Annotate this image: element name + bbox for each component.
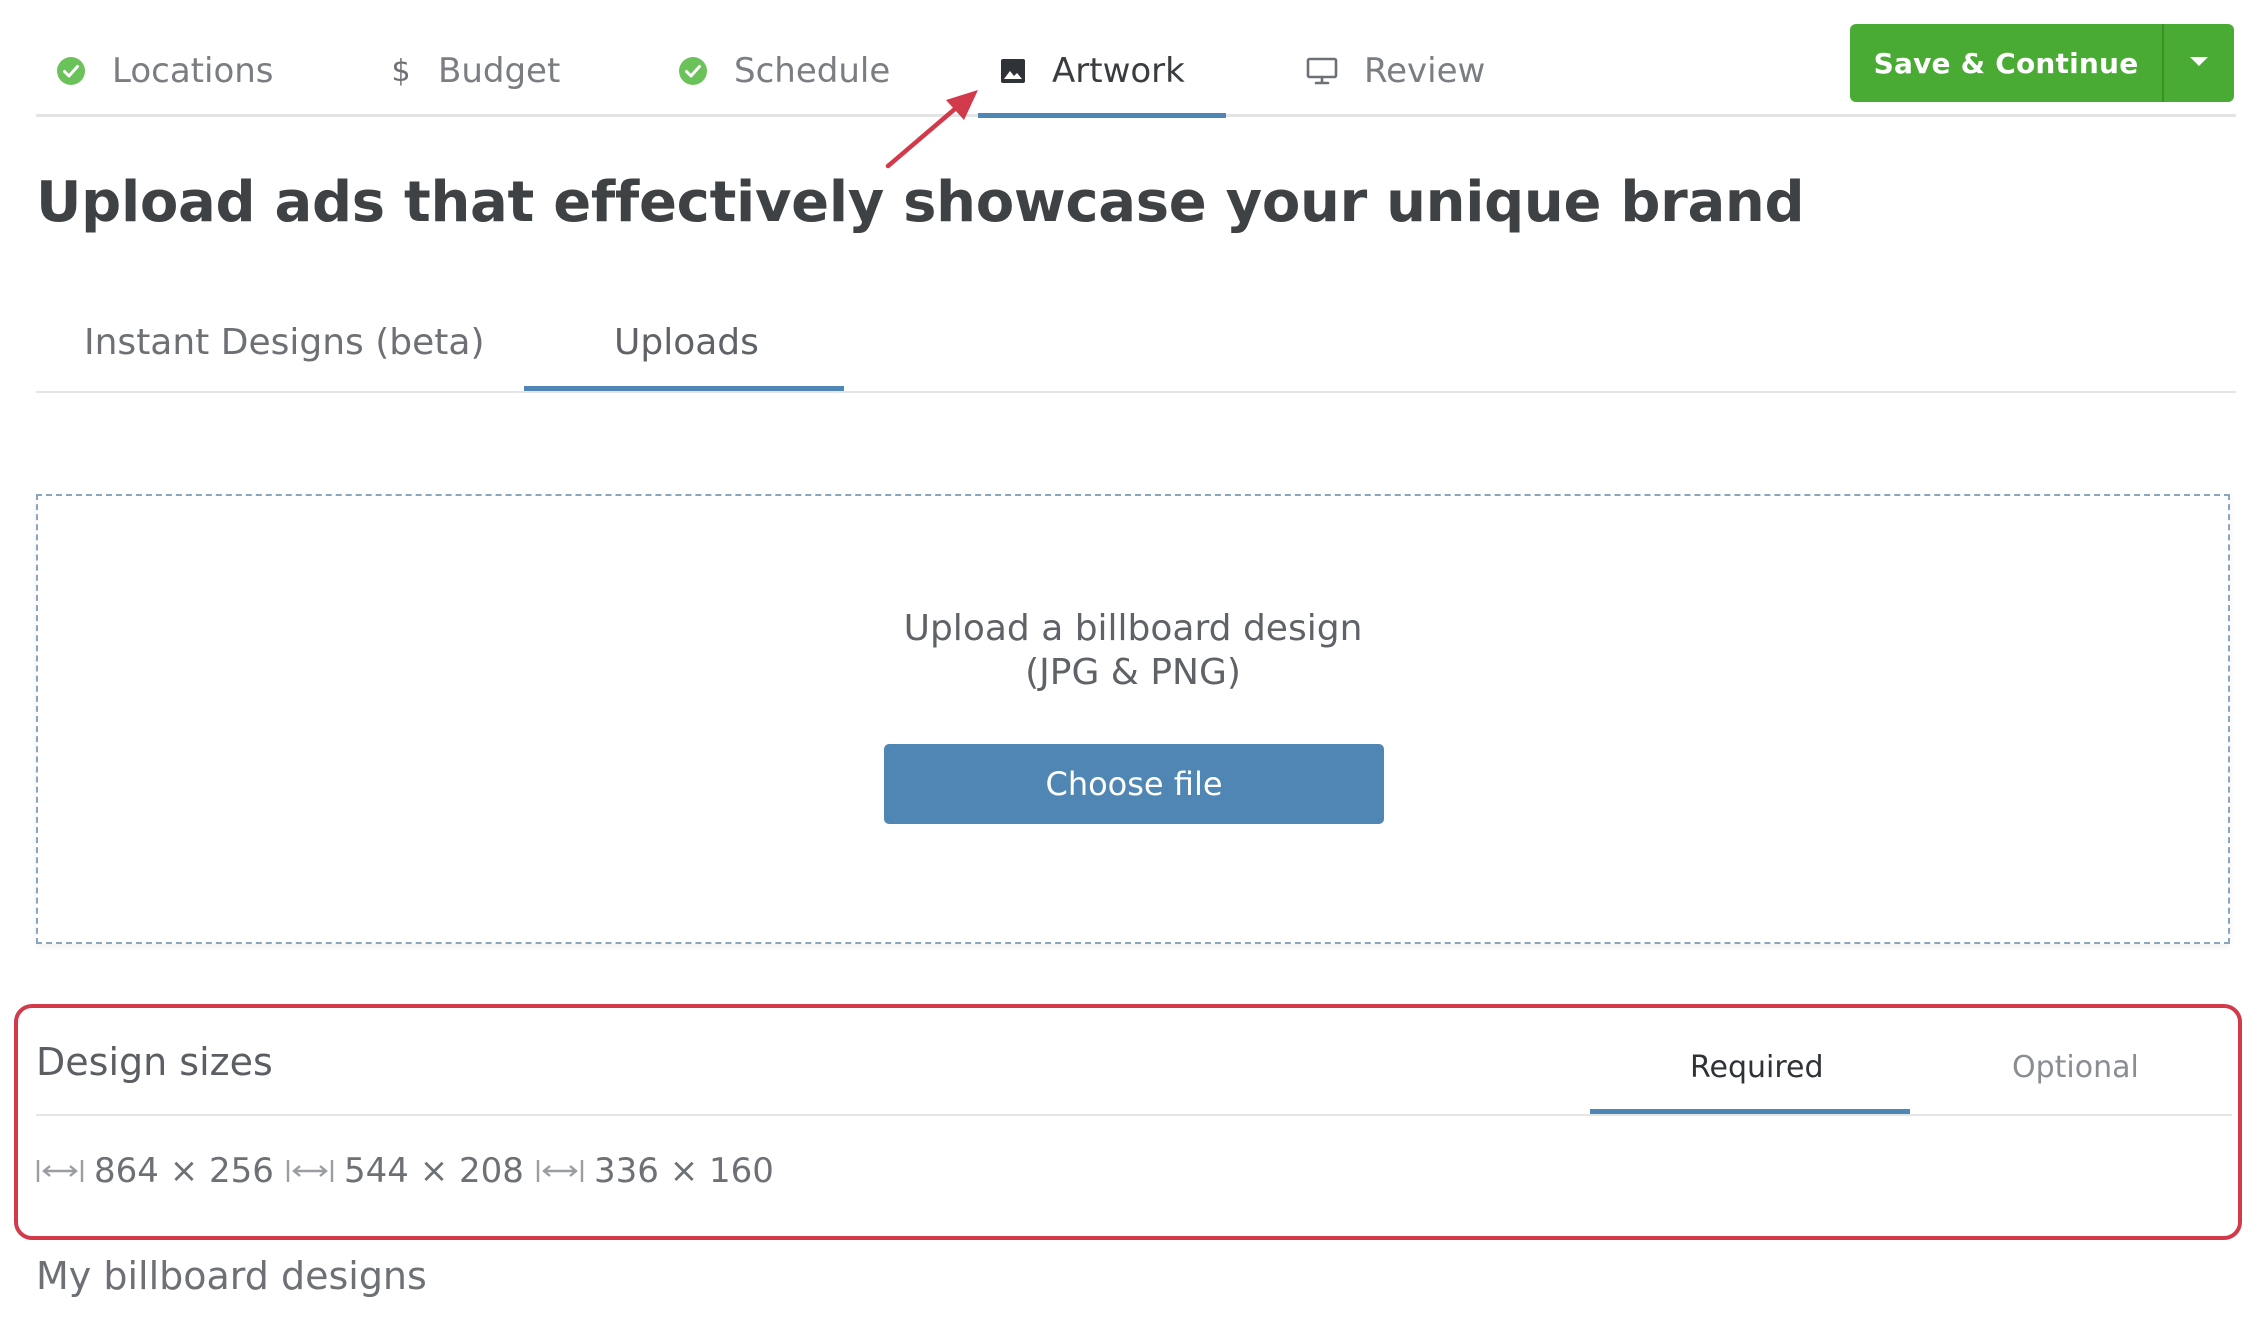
- my-designs-title: My billboard designs: [36, 1254, 427, 1298]
- step-active-indicator: [978, 113, 1226, 118]
- choose-file-button[interactable]: Choose file: [884, 744, 1384, 824]
- size-item: 544 × 208: [284, 1146, 524, 1196]
- check-circle-icon: [56, 56, 86, 86]
- step-budget[interactable]: $ Budget: [390, 38, 560, 104]
- step-schedule[interactable]: Schedule: [678, 38, 890, 104]
- tab-optional[interactable]: Optional: [2012, 1042, 2139, 1092]
- check-circle-icon: [678, 56, 708, 86]
- page-title: Upload ads that effectively showcase you…: [36, 170, 1805, 235]
- dollar-icon: $: [391, 53, 411, 89]
- monitor-icon: [1306, 56, 1338, 86]
- step-review[interactable]: Review: [1306, 38, 1485, 104]
- step-label: Artwork: [1052, 51, 1185, 91]
- sizes-tab-active-indicator: [1590, 1109, 1910, 1114]
- step-label: Schedule: [734, 51, 891, 91]
- save-continue-split-button: Save & Continue: [1850, 24, 2234, 102]
- save-continue-button[interactable]: Save & Continue: [1850, 24, 2162, 102]
- caret-down-icon: [2188, 54, 2210, 73]
- step-locations[interactable]: Locations: [56, 38, 274, 104]
- tab-required[interactable]: Required: [1690, 1042, 1824, 1092]
- tab-instant-designs[interactable]: Instant Designs (beta): [84, 312, 485, 372]
- size-item: 864 × 256: [34, 1146, 274, 1196]
- annotation-arrow-icon: [885, 90, 978, 169]
- tabs-divider: [36, 391, 2236, 393]
- resize-width-icon: [34, 1156, 86, 1186]
- step-label: Locations: [112, 51, 274, 91]
- save-options-dropdown[interactable]: [2164, 24, 2234, 102]
- design-sizes-divider: [36, 1114, 2232, 1116]
- size-item: 336 × 160: [534, 1146, 774, 1196]
- annotation-highlight-box: [14, 1004, 2242, 1240]
- step-label: Review: [1364, 51, 1486, 91]
- resize-width-icon: [534, 1156, 586, 1186]
- step-label: Budget: [438, 51, 561, 91]
- tab-active-indicator: [524, 386, 844, 391]
- size-label: 336 × 160: [594, 1151, 774, 1191]
- step-artwork[interactable]: Artwork: [1000, 38, 1185, 104]
- upload-formats: (JPG & PNG): [1025, 652, 1241, 693]
- image-icon: [1000, 58, 1026, 84]
- size-label: 864 × 256: [94, 1151, 274, 1191]
- upload-dropzone[interactable]: [36, 494, 2230, 944]
- tab-uploads[interactable]: Uploads: [614, 312, 759, 372]
- upload-prompt: Upload a billboard design: [903, 608, 1363, 649]
- design-sizes-title: Design sizes: [36, 1040, 273, 1084]
- size-label: 544 × 208: [344, 1151, 524, 1191]
- resize-width-icon: [284, 1156, 336, 1186]
